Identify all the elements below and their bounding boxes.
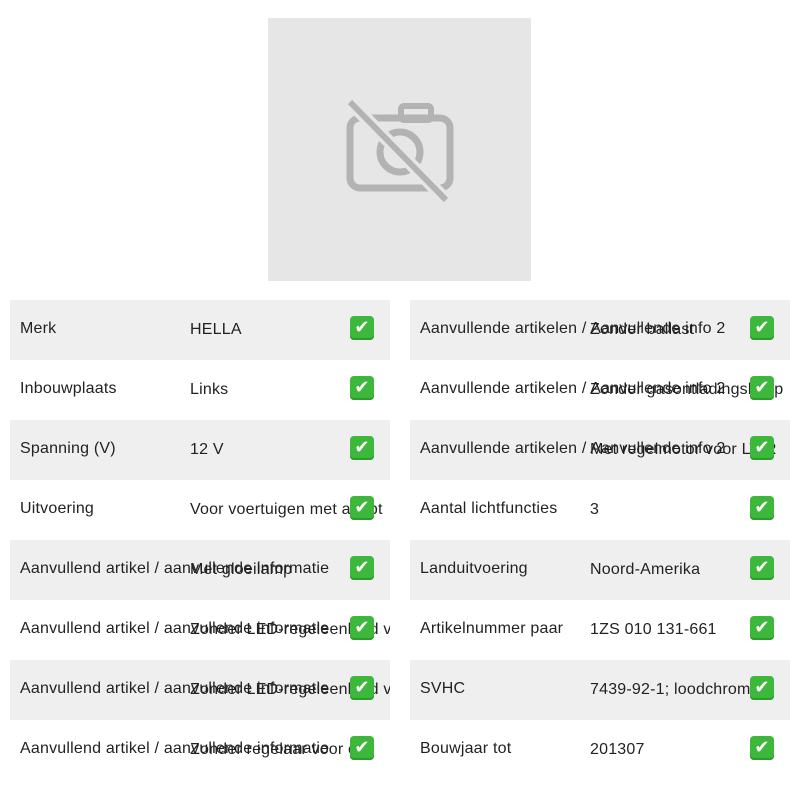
check-icon: ✔: [350, 496, 374, 520]
spec-value: Met regelmotor voor LWR: [590, 441, 777, 458]
check-icon: ✔: [350, 676, 374, 700]
check-icon: ✔: [750, 376, 774, 400]
spec-label: Spanning (V): [20, 440, 116, 457]
check-icon: ✔: [750, 736, 774, 760]
spec-value: 7439-92-1; loodchromaat: [590, 681, 774, 698]
spec-label: Landuitvoering: [420, 560, 528, 577]
spec-value: 201307: [590, 741, 645, 758]
camera-off-icon: [346, 98, 454, 205]
spec-row: Spanning (V) 12 V ✔: [10, 420, 390, 480]
spec-value: Zonder ballast: [590, 321, 695, 338]
spec-label: Inbouwplaats: [20, 380, 117, 397]
spec-value: Noord-Amerika: [590, 561, 701, 578]
check-icon: ✔: [350, 376, 374, 400]
spec-label: Artikelnummer paar: [420, 620, 564, 637]
spec-row: Merk HELLA ✔: [10, 300, 390, 360]
check-icon: ✔: [750, 496, 774, 520]
spec-value: Links: [190, 381, 229, 398]
spec-value: 1ZS 010 131-661: [590, 621, 717, 638]
product-image-placeholder: [268, 18, 531, 281]
spec-value: HELLA: [190, 321, 242, 338]
specs-table-left: Merk HELLA ✔ Inbouwplaats Links ✔ Spanni…: [10, 300, 390, 780]
spec-row: Bouwjaar tot 201307 ✔: [410, 720, 790, 780]
spec-label: Merk: [20, 320, 57, 337]
check-icon: ✔: [350, 556, 374, 580]
spec-label: Aantal lichtfuncties: [420, 500, 558, 517]
spec-row: Aanvullende artikelen / Aanvullende info…: [410, 300, 790, 360]
check-icon: ✔: [350, 436, 374, 460]
spec-value: Zonder regelaar voor ch: [190, 741, 366, 758]
spec-value: Met gloeilamp: [190, 561, 293, 578]
check-icon: ✔: [350, 616, 374, 640]
spec-row: SVHC 7439-92-1; loodchromaat ✔: [410, 660, 790, 720]
spec-row: Aanvullende artikelen / Aanvullende info…: [410, 420, 790, 480]
spec-row: Aantal lichtfuncties 3 ✔: [410, 480, 790, 540]
spec-label: Bouwjaar tot: [420, 740, 512, 757]
spec-row: Aanvullende artikelen / Aanvullende info…: [410, 360, 790, 420]
specs-table-right: Aanvullende artikelen / Aanvullende info…: [410, 300, 790, 780]
spec-value: 12 V: [190, 441, 224, 458]
check-icon: ✔: [750, 676, 774, 700]
spec-row: Artikelnummer paar 1ZS 010 131-661 ✔: [410, 600, 790, 660]
check-icon: ✔: [750, 316, 774, 340]
spec-row: Inbouwplaats Links ✔: [10, 360, 390, 420]
spec-value: 3: [590, 501, 600, 518]
spec-row: Aanvullend artikel / aanvullende informa…: [10, 540, 390, 600]
check-icon: ✔: [750, 436, 774, 460]
spec-row: Uitvoering Voor voertuigen met adapt ✔: [10, 480, 390, 540]
spec-row: Landuitvoering Noord-Amerika ✔: [410, 540, 790, 600]
check-icon: ✔: [350, 736, 374, 760]
spec-row: Aanvullend artikel / aanvullende informa…: [10, 720, 390, 780]
check-icon: ✔: [350, 316, 374, 340]
spec-label: SVHC: [420, 680, 466, 697]
spec-row: Aanvullend artikel / aanvullende informa…: [10, 600, 390, 660]
check-icon: ✔: [750, 556, 774, 580]
spec-label: Uitvoering: [20, 500, 95, 517]
spec-row: Aanvullend artikel / aanvullende informa…: [10, 660, 390, 720]
check-icon: ✔: [750, 616, 774, 640]
